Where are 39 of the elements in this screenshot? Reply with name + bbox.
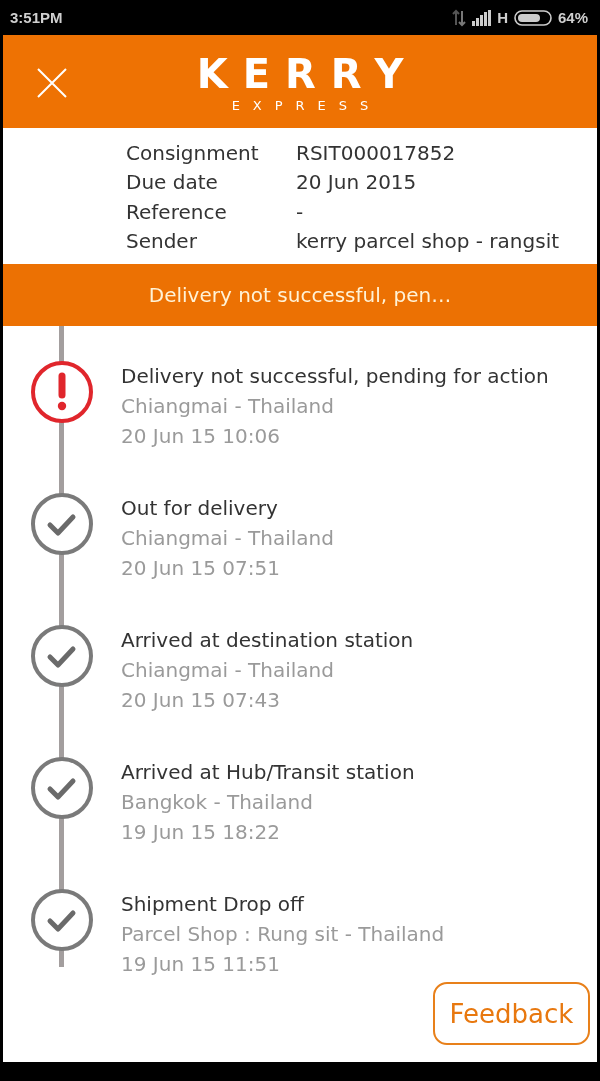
- event-location: Bangkok - Thailand: [121, 789, 314, 816]
- detail-value: 20 Jun 2015: [296, 170, 417, 195]
- battery-icon: [513, 9, 552, 26]
- network-type: H: [497, 9, 508, 26]
- event-title: Shipment Drop off: [121, 891, 306, 918]
- status-banner-text: Delivery not successful, pen…: [148, 283, 452, 307]
- detail-label: Reference: [126, 199, 228, 224]
- check-icon: [31, 757, 93, 819]
- signal-icon: [472, 9, 492, 26]
- event-time: 20 Jun 15 10:06: [121, 423, 281, 450]
- check-icon: [31, 625, 93, 687]
- event-time: 19 Jun 15 11:51: [121, 951, 281, 978]
- data-arrows-icon: [452, 8, 467, 27]
- event-title: Arrived at Hub/Transit station: [121, 759, 415, 786]
- check-icon: [31, 889, 93, 951]
- detail-label: Due date: [126, 170, 219, 195]
- event-title: Delivery not successful, pending for action: [121, 363, 549, 390]
- battery-percent: 64%: [557, 9, 588, 26]
- event-location: Chiangmai - Thailand: [121, 393, 335, 420]
- detail-label: Sender: [126, 229, 198, 254]
- detail-value: RSIT000017852: [296, 140, 456, 165]
- detail-label: Consignment: [126, 140, 260, 165]
- status-time: 3:51PM: [10, 9, 63, 26]
- close-icon[interactable]: [37, 67, 67, 98]
- event-time: 20 Jun 15 07:43: [121, 687, 281, 714]
- logo-wordmark: KERRY: [195, 53, 419, 94]
- event-title: Out for delivery: [121, 495, 279, 522]
- event-title: Arrived at destination station: [121, 627, 414, 654]
- event-location: Parcel Shop : Rung sit - Thailand: [121, 921, 445, 948]
- detail-value: -: [296, 199, 304, 224]
- event-time: 20 Jun 15 07:51: [121, 555, 281, 582]
- feedback-button[interactable]: Feedback: [433, 982, 590, 1045]
- logo-tagline: EXPRESS: [230, 97, 382, 114]
- event-time: 19 Jun 15 18:22: [121, 819, 281, 846]
- event-location: Chiangmai - Thailand: [121, 525, 334, 552]
- detail-value: kerry parcel shop - rangsit: [296, 229, 560, 254]
- check-icon: [31, 493, 93, 555]
- alert-icon: [31, 361, 93, 423]
- event-location: Chiangmai - Thailand: [121, 657, 335, 684]
